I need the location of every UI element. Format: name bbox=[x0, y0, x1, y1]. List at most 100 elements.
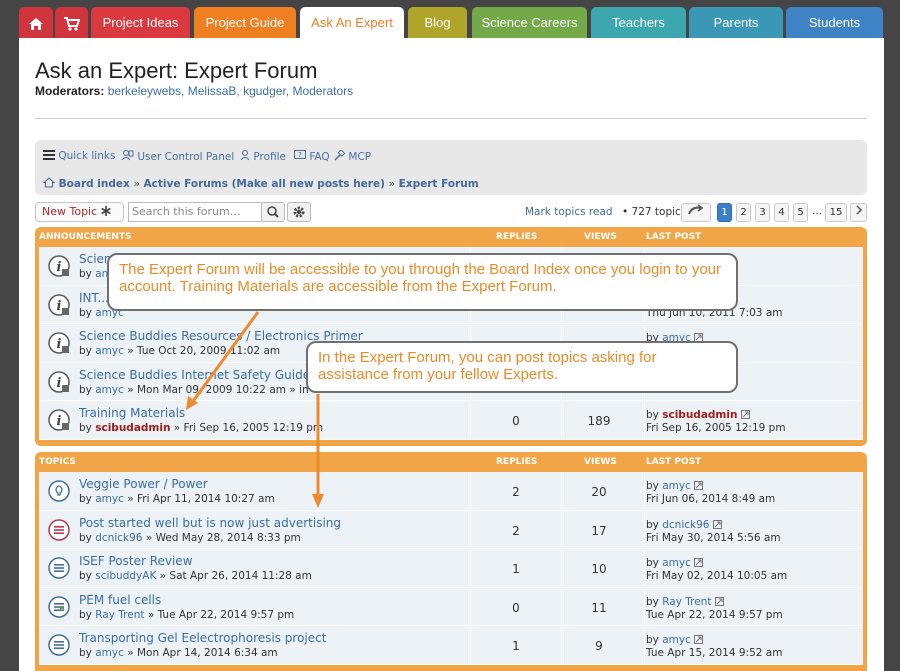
topic-author-link[interactable]: scibudadmin bbox=[95, 422, 170, 434]
advanced-search-button[interactable] bbox=[287, 202, 311, 222]
topic-date: » Fri Sep 16, 2005 12:19 pm bbox=[173, 422, 324, 434]
topic-author-link[interactable]: amyc bbox=[95, 345, 124, 357]
last-post-author-link[interactable]: Ray Trent bbox=[662, 596, 711, 608]
page-title: Ask an Expert: Expert Forum bbox=[35, 58, 318, 83]
topic-author-link[interactable]: amyc bbox=[95, 384, 124, 396]
last-post-info: by amyc Tue Apr 15, 2014 9:52 am bbox=[646, 634, 782, 660]
goto-last-post-icon[interactable] bbox=[740, 410, 750, 419]
byline-by: by bbox=[646, 480, 659, 492]
jump-arrow-icon bbox=[688, 204, 704, 215]
divider bbox=[35, 118, 867, 119]
goto-last-post-icon[interactable] bbox=[712, 519, 722, 529]
svg-text:i: i bbox=[57, 414, 62, 429]
topic-count: • 727 topics bbox=[622, 206, 687, 218]
last-post-author-link[interactable]: scibudadmin bbox=[662, 409, 737, 421]
goto-last-post-icon[interactable] bbox=[694, 481, 704, 490]
mark-topics-read-link[interactable]: Mark topics read bbox=[525, 206, 613, 218]
home-tab[interactable] bbox=[19, 7, 53, 38]
topic-title-link[interactable]: ISEF Poster Review bbox=[79, 554, 193, 568]
home-icon bbox=[42, 177, 56, 188]
breadcrumb-expert-forum[interactable]: Expert Forum bbox=[399, 178, 479, 190]
topic-status-icon bbox=[48, 634, 70, 656]
topic-author-link[interactable]: scibuddyAK bbox=[95, 570, 156, 582]
topic-row: ISEF Poster Review by scibuddyAK » Sat Ap… bbox=[39, 549, 863, 588]
goto-last-post-icon[interactable] bbox=[694, 635, 704, 644]
page-1[interactable]: 1 bbox=[717, 203, 732, 222]
last-post-date: Fri Jun 06, 2014 8:49 am bbox=[646, 493, 776, 505]
byline-by: by bbox=[79, 383, 92, 396]
page-2[interactable]: 2 bbox=[736, 203, 751, 222]
tab-students[interactable]: Students bbox=[786, 7, 883, 38]
views-heading: VIEWS bbox=[584, 457, 617, 467]
topic-title-link[interactable]: Veggie Power / Power bbox=[79, 477, 208, 491]
topic-date: » Sat Apr 26, 2014 11:28 am bbox=[159, 570, 312, 582]
page-4[interactable]: 4 bbox=[774, 203, 789, 222]
quick-links-menu[interactable]: Quick links bbox=[43, 150, 115, 162]
profile-link[interactable]: Profile bbox=[240, 150, 286, 163]
topic-author-link[interactable]: Ray Trent bbox=[95, 609, 144, 621]
breadcrumb-active-forums[interactable]: Active Forums (Make all new posts here) bbox=[144, 178, 385, 190]
topic-date: » Wed May 28, 2014 8:33 pm bbox=[145, 531, 301, 544]
breadcrumb-separator: » bbox=[388, 178, 395, 190]
user-control-panel-label: User Control Panel bbox=[137, 151, 235, 163]
topic-title-link[interactable]: Transporting Gel Eelectrophoresis projec… bbox=[79, 631, 326, 645]
goto-last-post-icon[interactable] bbox=[714, 596, 724, 606]
topic-title-link[interactable]: Post started well but is now just advert… bbox=[79, 516, 341, 530]
announcements-header: ANNOUNCEMENTS REPLIES VIEWS LAST POST bbox=[39, 227, 863, 247]
cart-icon bbox=[64, 16, 80, 31]
topic-byline: by amyc » Fri Apr 11, 2014 10:27 am bbox=[79, 493, 275, 505]
next-page-button[interactable] bbox=[850, 203, 867, 222]
last-post-author-link[interactable]: amyc bbox=[662, 480, 691, 492]
chevron-right-icon bbox=[855, 205, 862, 215]
tab-ask-an-expert[interactable]: Ask An Expert bbox=[300, 7, 404, 40]
breadcrumb-board-index[interactable]: Board index bbox=[59, 178, 130, 190]
page-3[interactable]: 3 bbox=[755, 203, 770, 222]
tab-project-ideas[interactable]: Project Ideas bbox=[91, 7, 190, 38]
topic-title-link[interactable]: INT... bbox=[79, 291, 109, 305]
reply-count: 2 bbox=[512, 485, 520, 499]
faq-link[interactable]: ? FAQ bbox=[294, 150, 330, 163]
byline-by: by bbox=[79, 531, 92, 544]
tab-project-guide[interactable]: Project Guide bbox=[194, 7, 296, 38]
byline-by: by bbox=[646, 409, 659, 421]
callout-expert-forum: In the Expert Forum, you can post topics… bbox=[306, 341, 738, 393]
user-control-panel-link[interactable]: User Control Panel bbox=[121, 150, 234, 163]
tab-science-careers[interactable]: Science Careers bbox=[472, 7, 587, 38]
view-count: 9 bbox=[595, 639, 603, 653]
cart-tab[interactable] bbox=[55, 7, 88, 38]
topic-author-link[interactable]: dcnick96 bbox=[95, 532, 142, 544]
new-topic-label: New Topic bbox=[42, 205, 98, 218]
topic-title-link[interactable]: Training Materials bbox=[79, 406, 185, 420]
tab-parents[interactable]: Parents bbox=[689, 7, 783, 38]
new-topic-button[interactable]: New Topic bbox=[35, 202, 124, 222]
home-icon bbox=[29, 17, 43, 30]
last-post-info: by amyc Fri Jun 06, 2014 8:49 am bbox=[646, 480, 775, 506]
byline-by: by bbox=[79, 422, 92, 434]
search-input[interactable]: Search this forum… bbox=[128, 202, 262, 222]
topic-author-link[interactable]: amyc bbox=[95, 493, 124, 505]
last-post-date: Fri May 02, 2014 10:05 am bbox=[646, 570, 788, 582]
last-post-author-link[interactable]: dcnick96 bbox=[662, 519, 709, 531]
moderators-list[interactable]: berkeleywebs, MelissaB, kgudger, Moderat… bbox=[108, 84, 353, 98]
replies-heading: REPLIES bbox=[496, 457, 538, 467]
faq-icon: ? bbox=[294, 150, 306, 159]
topic-title-link[interactable]: PEM fuel cells bbox=[79, 593, 161, 607]
jump-to-page-button[interactable] bbox=[681, 203, 711, 222]
reply-count: 0 bbox=[512, 600, 520, 615]
tab-teachers[interactable]: Teachers bbox=[591, 7, 686, 38]
last-post-heading: LAST POST bbox=[646, 232, 702, 242]
tab-blog[interactable]: Blog bbox=[408, 7, 467, 38]
page-5[interactable]: 5 bbox=[793, 203, 808, 222]
goto-last-post-icon[interactable] bbox=[694, 558, 704, 567]
topic-date: » Mon Apr 14, 2014 6:34 am bbox=[127, 647, 278, 659]
last-post-author-link[interactable]: amyc bbox=[662, 557, 691, 569]
topic-author-link[interactable]: amyc bbox=[95, 647, 124, 659]
reply-count: 1 bbox=[512, 562, 520, 576]
topic-title-link[interactable]: Science Buddies Internet Safety Guide bbox=[79, 368, 310, 382]
topic-row: Transporting Gel Eelectrophoresis projec… bbox=[39, 626, 863, 665]
page-15[interactable]: 15 bbox=[825, 203, 847, 222]
search-button[interactable] bbox=[261, 202, 285, 222]
svg-text:?: ? bbox=[298, 151, 302, 159]
last-post-author-link[interactable]: amyc bbox=[662, 634, 691, 646]
mcp-link[interactable]: MCP bbox=[333, 149, 371, 163]
